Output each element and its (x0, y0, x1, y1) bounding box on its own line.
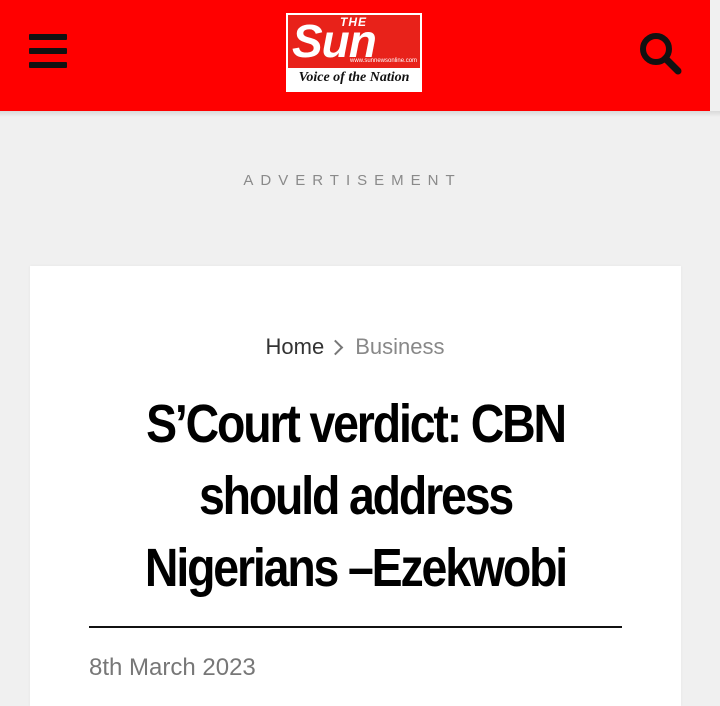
logo-tagline: Voice of the Nation (298, 70, 410, 85)
logo-the: THE (340, 15, 367, 29)
breadcrumb-business-link[interactable]: Business (355, 334, 444, 359)
breadcrumb-home-link[interactable]: Home (266, 334, 325, 359)
site-header: Sun THE www.sunnewsonline.com Voice of t… (0, 0, 710, 111)
advertisement-label: ADVERTISEMENT (243, 172, 462, 189)
search-icon[interactable] (637, 30, 683, 76)
logo-url: www.sunnewsonline.com (350, 58, 418, 64)
title-divider (89, 626, 622, 628)
article-date: 8th March 2023 (89, 654, 256, 681)
chevron-right-icon (327, 339, 344, 355)
header-shadow (0, 111, 720, 117)
article-title: S’Court verdict: CBN should address Nige… (144, 394, 568, 598)
site-logo[interactable]: Sun THE www.sunnewsonline.com Voice of t… (286, 13, 422, 92)
logo-red-panel: Sun THE www.sunnewsonline.com (288, 15, 420, 68)
hamburger-menu-icon[interactable] (29, 34, 67, 68)
breadcrumb: Home Business (0, 334, 710, 360)
